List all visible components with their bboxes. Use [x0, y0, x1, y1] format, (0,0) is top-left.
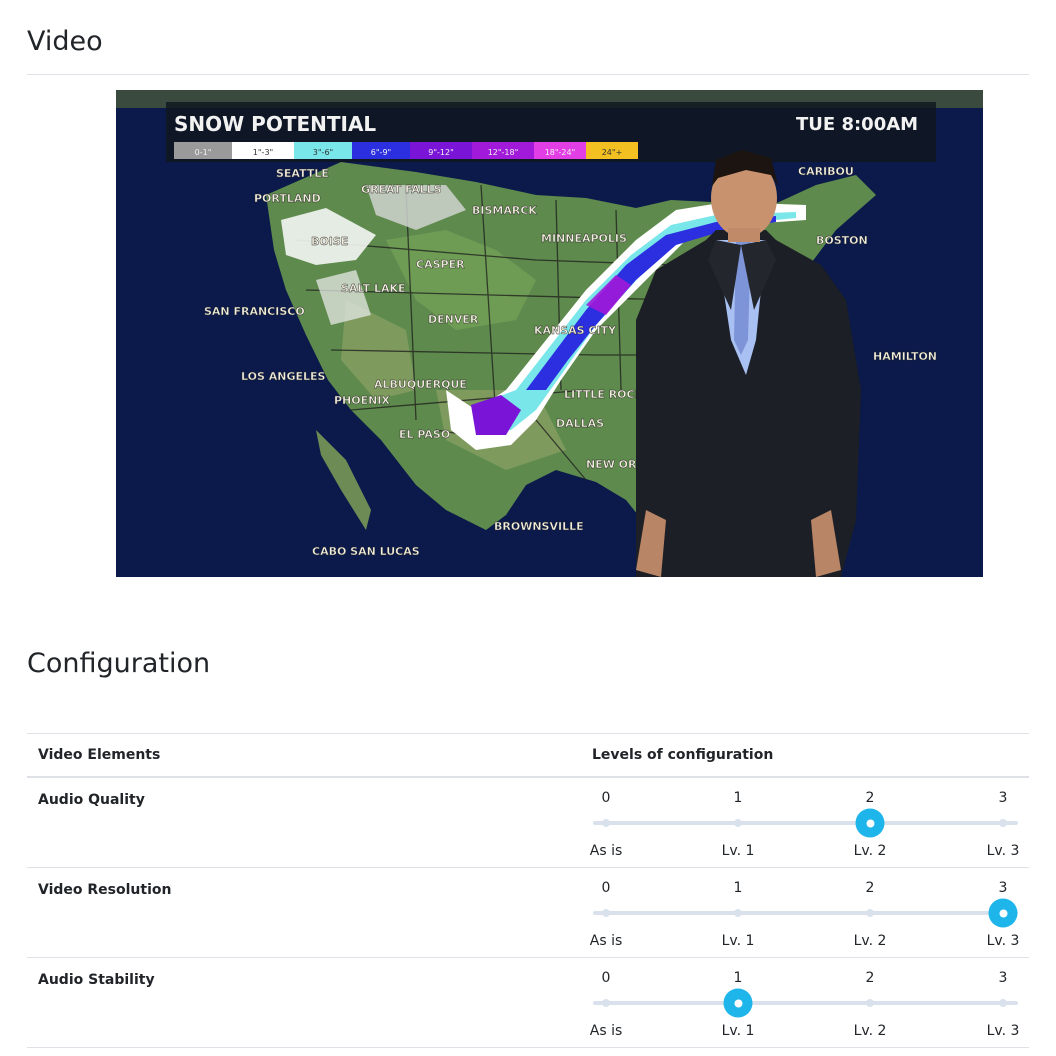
legend-label: 6"-9"	[371, 148, 391, 157]
scale-level-label: Lv. 2	[853, 1023, 887, 1039]
scale-number: 1	[733, 970, 743, 986]
scale-number: 2	[865, 880, 875, 896]
city-label: LITTLE ROCK	[564, 388, 644, 401]
city-label: BISMARCK	[472, 204, 537, 217]
city-label: LOS ANGELES	[241, 370, 326, 383]
slider-tick[interactable]	[734, 819, 742, 827]
scale-level-label: Lv. 3	[986, 843, 1020, 859]
divider	[27, 74, 1029, 75]
city-label: KANSAS CITY	[534, 324, 617, 337]
city-label: EL PASO	[399, 428, 450, 441]
legend-label: 12"-18"	[488, 148, 519, 157]
city-label: BROWNSVILLE	[494, 520, 584, 533]
scale-number: 2	[865, 790, 875, 806]
scale-number: 0	[601, 790, 611, 806]
city-label: BOISE	[311, 235, 348, 248]
scale-number: 1	[733, 880, 743, 896]
table-header-border	[27, 776, 1029, 778]
city-label: SEATTLE	[276, 167, 329, 180]
scale-number: 0	[601, 880, 611, 896]
slider-tick[interactable]	[866, 909, 874, 917]
row-divider	[27, 1047, 1029, 1048]
row-label: Video Resolution	[38, 882, 172, 898]
scale-level-label: Lv. 1	[721, 1023, 755, 1039]
scale-level-label: Lv. 2	[853, 843, 887, 859]
slider-tick[interactable]	[866, 999, 874, 1007]
slider-handle[interactable]	[988, 898, 1018, 928]
city-label: ALBUQUERQUE	[374, 378, 467, 391]
slider-tick[interactable]	[602, 909, 610, 917]
overlay-time: TUE 8:00AM	[796, 114, 918, 135]
city-label: CABO SAN LUCAS	[312, 545, 420, 558]
city-label: BOSTON	[816, 234, 868, 247]
scale-level-label: Lv. 1	[721, 933, 755, 949]
table-top-border	[27, 733, 1029, 734]
configuration-heading: Configuration	[27, 648, 211, 679]
scale-level-label: Lv. 1	[721, 843, 755, 859]
city-label: DENVER	[428, 313, 479, 326]
legend-label: 3"-6"	[313, 148, 333, 157]
scale-level-label: Lv. 3	[986, 933, 1020, 949]
legend-label: 1"-3"	[253, 148, 273, 157]
scale-number: 3	[998, 970, 1008, 986]
legend-label: 0-1"	[195, 148, 212, 157]
city-label: MINNEAPOLIS	[541, 232, 627, 245]
city-label: DALLAS	[556, 417, 604, 430]
city-label: SAN FRANCISCO	[204, 305, 305, 318]
slider-track[interactable]	[593, 911, 1018, 915]
slider-tick[interactable]	[999, 819, 1007, 827]
legend-label: 9"-12"	[428, 148, 454, 157]
slider-tick[interactable]	[734, 909, 742, 917]
scale-number: 3	[998, 790, 1008, 806]
scale-level-label: Lv. 2	[853, 933, 887, 949]
row-divider	[27, 867, 1029, 868]
video-frame: SNOW POTENTIAL TUE 8:00AM 0-1" 1"-3" 3"-6"…	[116, 90, 983, 577]
scale-level-label: As is	[589, 843, 623, 859]
scale-level-label: As is	[589, 1023, 623, 1039]
legend-label: 18"-24"	[545, 148, 576, 157]
row-label: Audio Stability	[38, 972, 155, 988]
slider-handle[interactable]	[855, 808, 885, 838]
city-label: SALT LAKE	[341, 282, 406, 295]
scale-number: 2	[865, 970, 875, 986]
scale-number: 0	[601, 970, 611, 986]
row-divider	[27, 957, 1029, 958]
overlay-title: SNOW POTENTIAL	[174, 112, 376, 136]
slider-track[interactable]	[593, 1001, 1018, 1005]
city-label: HAMILTON	[873, 350, 937, 363]
video-heading: Video	[27, 26, 103, 57]
city-label: CARIBOU	[798, 165, 854, 178]
scale-level-label: As is	[589, 933, 623, 949]
city-label: CASPER	[416, 258, 465, 271]
video-player[interactable]: SNOW POTENTIAL TUE 8:00AM 0-1" 1"-3" 3"-6"…	[116, 90, 983, 577]
row-label: Audio Quality	[38, 792, 145, 808]
scale-number: 3	[998, 880, 1008, 896]
legend-label: 24"+	[602, 148, 623, 157]
city-label: GREAT FALLS	[361, 183, 442, 196]
city-label: PHOENIX	[334, 394, 390, 407]
slider-tick[interactable]	[602, 999, 610, 1007]
slider-handle[interactable]	[723, 988, 753, 1018]
city-label: PORTLAND	[254, 192, 321, 205]
slider-tick[interactable]	[602, 819, 610, 827]
scale-number: 1	[733, 790, 743, 806]
column-header-levels: Levels of configuration	[592, 747, 774, 763]
scale-level-label: Lv. 3	[986, 1023, 1020, 1039]
snow-legend: 0-1" 1"-3" 3"-6" 6"-9" 9"-12" 12"-18" 18"-24" 2…	[174, 142, 638, 159]
slider-track[interactable]	[593, 821, 1018, 825]
column-header-elements: Video Elements	[38, 747, 161, 763]
slider-tick[interactable]	[999, 999, 1007, 1007]
